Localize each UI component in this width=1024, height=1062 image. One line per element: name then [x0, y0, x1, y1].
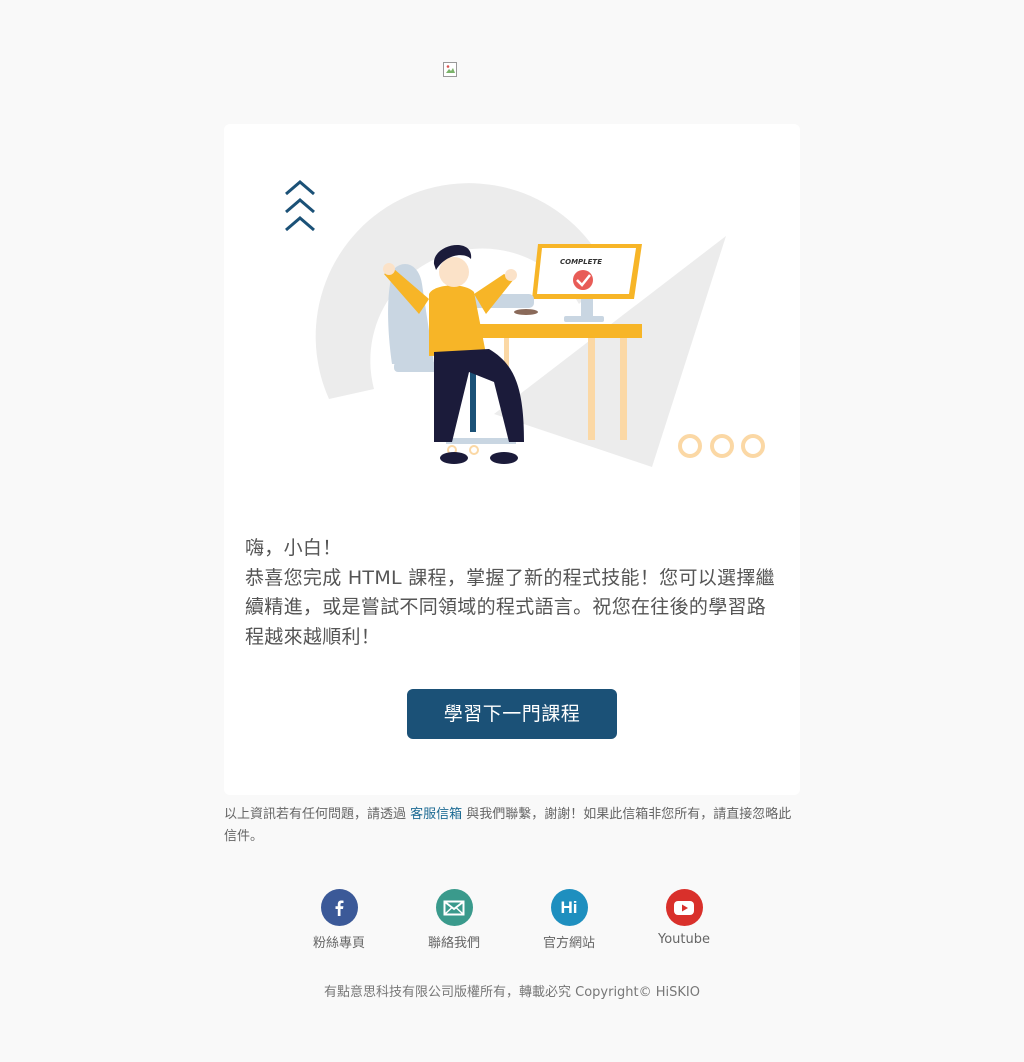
youtube-link[interactable]: Youtube: [639, 889, 729, 947]
facebook-icon: [320, 889, 358, 926]
mail-icon: [435, 889, 473, 926]
course-complete-illustration: COMPLETE: [285, 180, 765, 467]
youtube-icon: [665, 889, 703, 926]
note-text-before: 以上資訊若有任何問題，請透過: [224, 807, 411, 822]
broken-logo-image: [443, 62, 457, 77]
support-email-link[interactable]: 客服信箱: [410, 807, 462, 822]
congratulations-text: 恭喜您完成 HTML 課程，掌握了新的程式技能！您可以選擇繼續精進，或是嘗試不同…: [245, 566, 775, 648]
facebook-link[interactable]: 粉絲專頁: [294, 889, 384, 951]
contact-note: 以上資訊若有任何問題，請透過 客服信箱 與我們聯繫，謝謝！如果此信箱非您所有，請…: [224, 804, 800, 848]
greeting-message: 嗨，小白！ 恭喜您完成 HTML 課程，掌握了新的程式技能！您可以選擇繼續精進，…: [245, 534, 785, 652]
hero-complete-text: COMPLETE: [560, 258, 602, 266]
social-label: 粉絲專頁: [312, 936, 365, 951]
email-card: COMPLETE 嗨，小白！ 恭喜您完成 HTML 課程，掌握了新的程式技能！您…: [224, 124, 800, 795]
greeting-line: 嗨，小白！: [245, 537, 342, 559]
chevron-up-icon: [285, 180, 315, 232]
social-links: 粉絲專頁 聯絡我們 Hi 官方網站 Youtube: [0, 889, 1024, 959]
hi-logo-icon: Hi: [550, 889, 588, 926]
social-label: Youtube: [658, 932, 710, 947]
footer-copyright: 有點意思科技有限公司版權所有，轉載必究 Copyright© HiSKIO: [323, 985, 701, 1000]
website-link[interactable]: Hi 官方網站: [524, 889, 614, 951]
contact-link[interactable]: 聯絡我們: [409, 889, 499, 951]
social-label: 官方網站: [542, 936, 595, 951]
next-course-button[interactable]: 學習下一門課程: [407, 689, 617, 739]
hi-logo-glyph: Hi: [560, 897, 578, 917]
social-label: 聯絡我們: [427, 936, 480, 951]
